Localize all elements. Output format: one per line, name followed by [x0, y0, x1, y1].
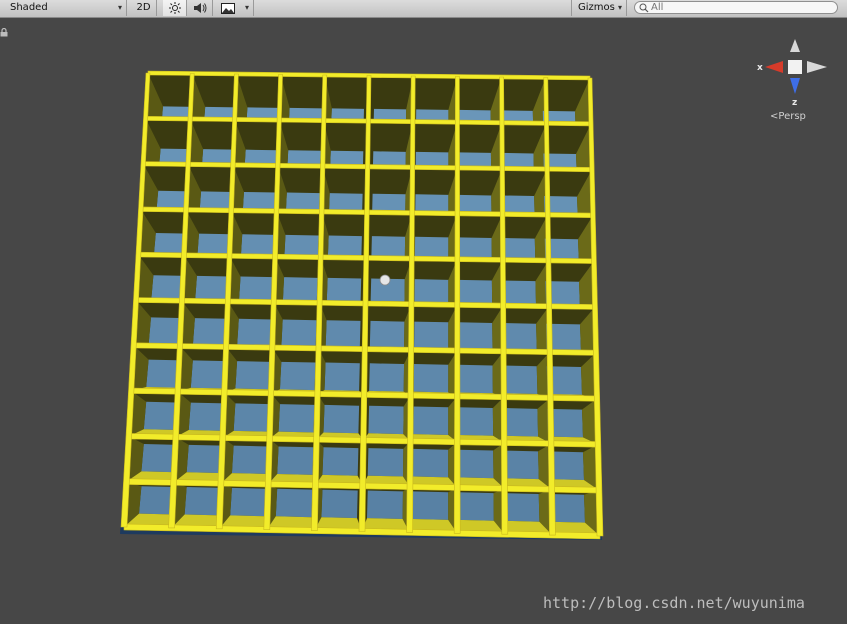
cell-floor [368, 405, 404, 435]
toggle-2d-button[interactable]: 2D [131, 0, 157, 16]
cell-floor [230, 487, 268, 517]
cell-floor [235, 361, 272, 390]
scene-effects-button[interactable]: ▾ [216, 0, 254, 16]
cell-floor [502, 408, 539, 437]
speaker-icon [193, 3, 206, 13]
cell-floor [413, 406, 449, 435]
projection-toggle[interactable]: <Persp [770, 111, 806, 122]
watermark-text: http://blog.csdn.net/wuyunima [543, 594, 805, 612]
chevron-down-icon: ▾ [117, 3, 122, 12]
cell-floor [321, 489, 358, 519]
cell-floor [278, 404, 315, 433]
cell-floor [502, 323, 537, 352]
gizmos-label: Gizmos [578, 2, 615, 13]
cell-floor [458, 449, 494, 479]
cell-floor [275, 488, 313, 518]
gizmo-x-cone[interactable] [765, 61, 783, 73]
scene-audio-button[interactable] [187, 0, 213, 16]
cell-floor [503, 493, 540, 522]
cell-floor [237, 318, 273, 348]
gizmo-center-cube[interactable] [788, 60, 802, 74]
cell-floor [369, 363, 405, 392]
gizmo-z-label: z [792, 98, 797, 108]
wall-top-vertical [453, 76, 461, 534]
cell-floor [231, 445, 269, 474]
scene-toolbar: Shaded ▾ 2D ▾ Gizmos ▾ [0, 0, 847, 18]
cell-floor [281, 319, 317, 348]
cell-floor [188, 402, 226, 431]
image-icon [221, 3, 235, 14]
cell-floor [184, 487, 222, 516]
cell-floor [367, 448, 404, 477]
search-icon [639, 3, 649, 13]
lock-icon[interactable] [0, 28, 8, 37]
chevron-down-icon: ▾ [617, 3, 622, 12]
cell-floor [502, 365, 538, 395]
search-input[interactable] [651, 2, 831, 13]
scene-lighting-button[interactable] [163, 0, 187, 16]
chevron-down-icon: ▾ [244, 3, 249, 12]
cell-floor [413, 364, 449, 393]
gizmo-negx-cone[interactable] [807, 61, 827, 73]
cell-floor [458, 364, 493, 394]
cell-floor [369, 320, 405, 350]
cell-floor [503, 450, 539, 480]
gizmos-dropdown[interactable]: Gizmos ▾ [571, 0, 627, 16]
cell-floor [190, 360, 228, 389]
cell-floor [458, 407, 494, 436]
cell-floor [325, 320, 361, 349]
toggle-2d-label: 2D [136, 2, 151, 13]
orientation-gizmo[interactable]: x z [755, 36, 835, 116]
draw-mode-dropdown[interactable]: Shaded ▾ [0, 0, 127, 16]
cell-floor [233, 403, 270, 432]
ball-sphere[interactable] [379, 274, 391, 286]
cell-floor [322, 447, 359, 476]
gizmo-z-cone[interactable] [790, 78, 800, 94]
cell-floor [458, 322, 493, 351]
scene-viewport[interactable]: x z <Persp http://blog.csdn.net/wuyunima [0, 18, 847, 624]
projection-label: Persp [778, 111, 806, 122]
draw-mode-label: Shaded [10, 2, 48, 13]
gizmo-y-cone[interactable] [790, 39, 800, 52]
scene-canvas[interactable] [0, 18, 847, 624]
gizmo-x-label: x [757, 63, 763, 73]
cell-floor [324, 362, 360, 391]
cell-floor [367, 490, 403, 519]
cell-floor [412, 491, 449, 520]
sun-icon [168, 2, 181, 14]
cell-floor [458, 492, 494, 521]
cell-floor [412, 448, 449, 478]
scene-search-field[interactable] [634, 1, 838, 14]
cell-floor [277, 446, 314, 475]
cell-floor [323, 404, 360, 434]
cell-floor [186, 444, 224, 474]
cell-floor [279, 361, 316, 391]
cell-floor [414, 321, 449, 350]
